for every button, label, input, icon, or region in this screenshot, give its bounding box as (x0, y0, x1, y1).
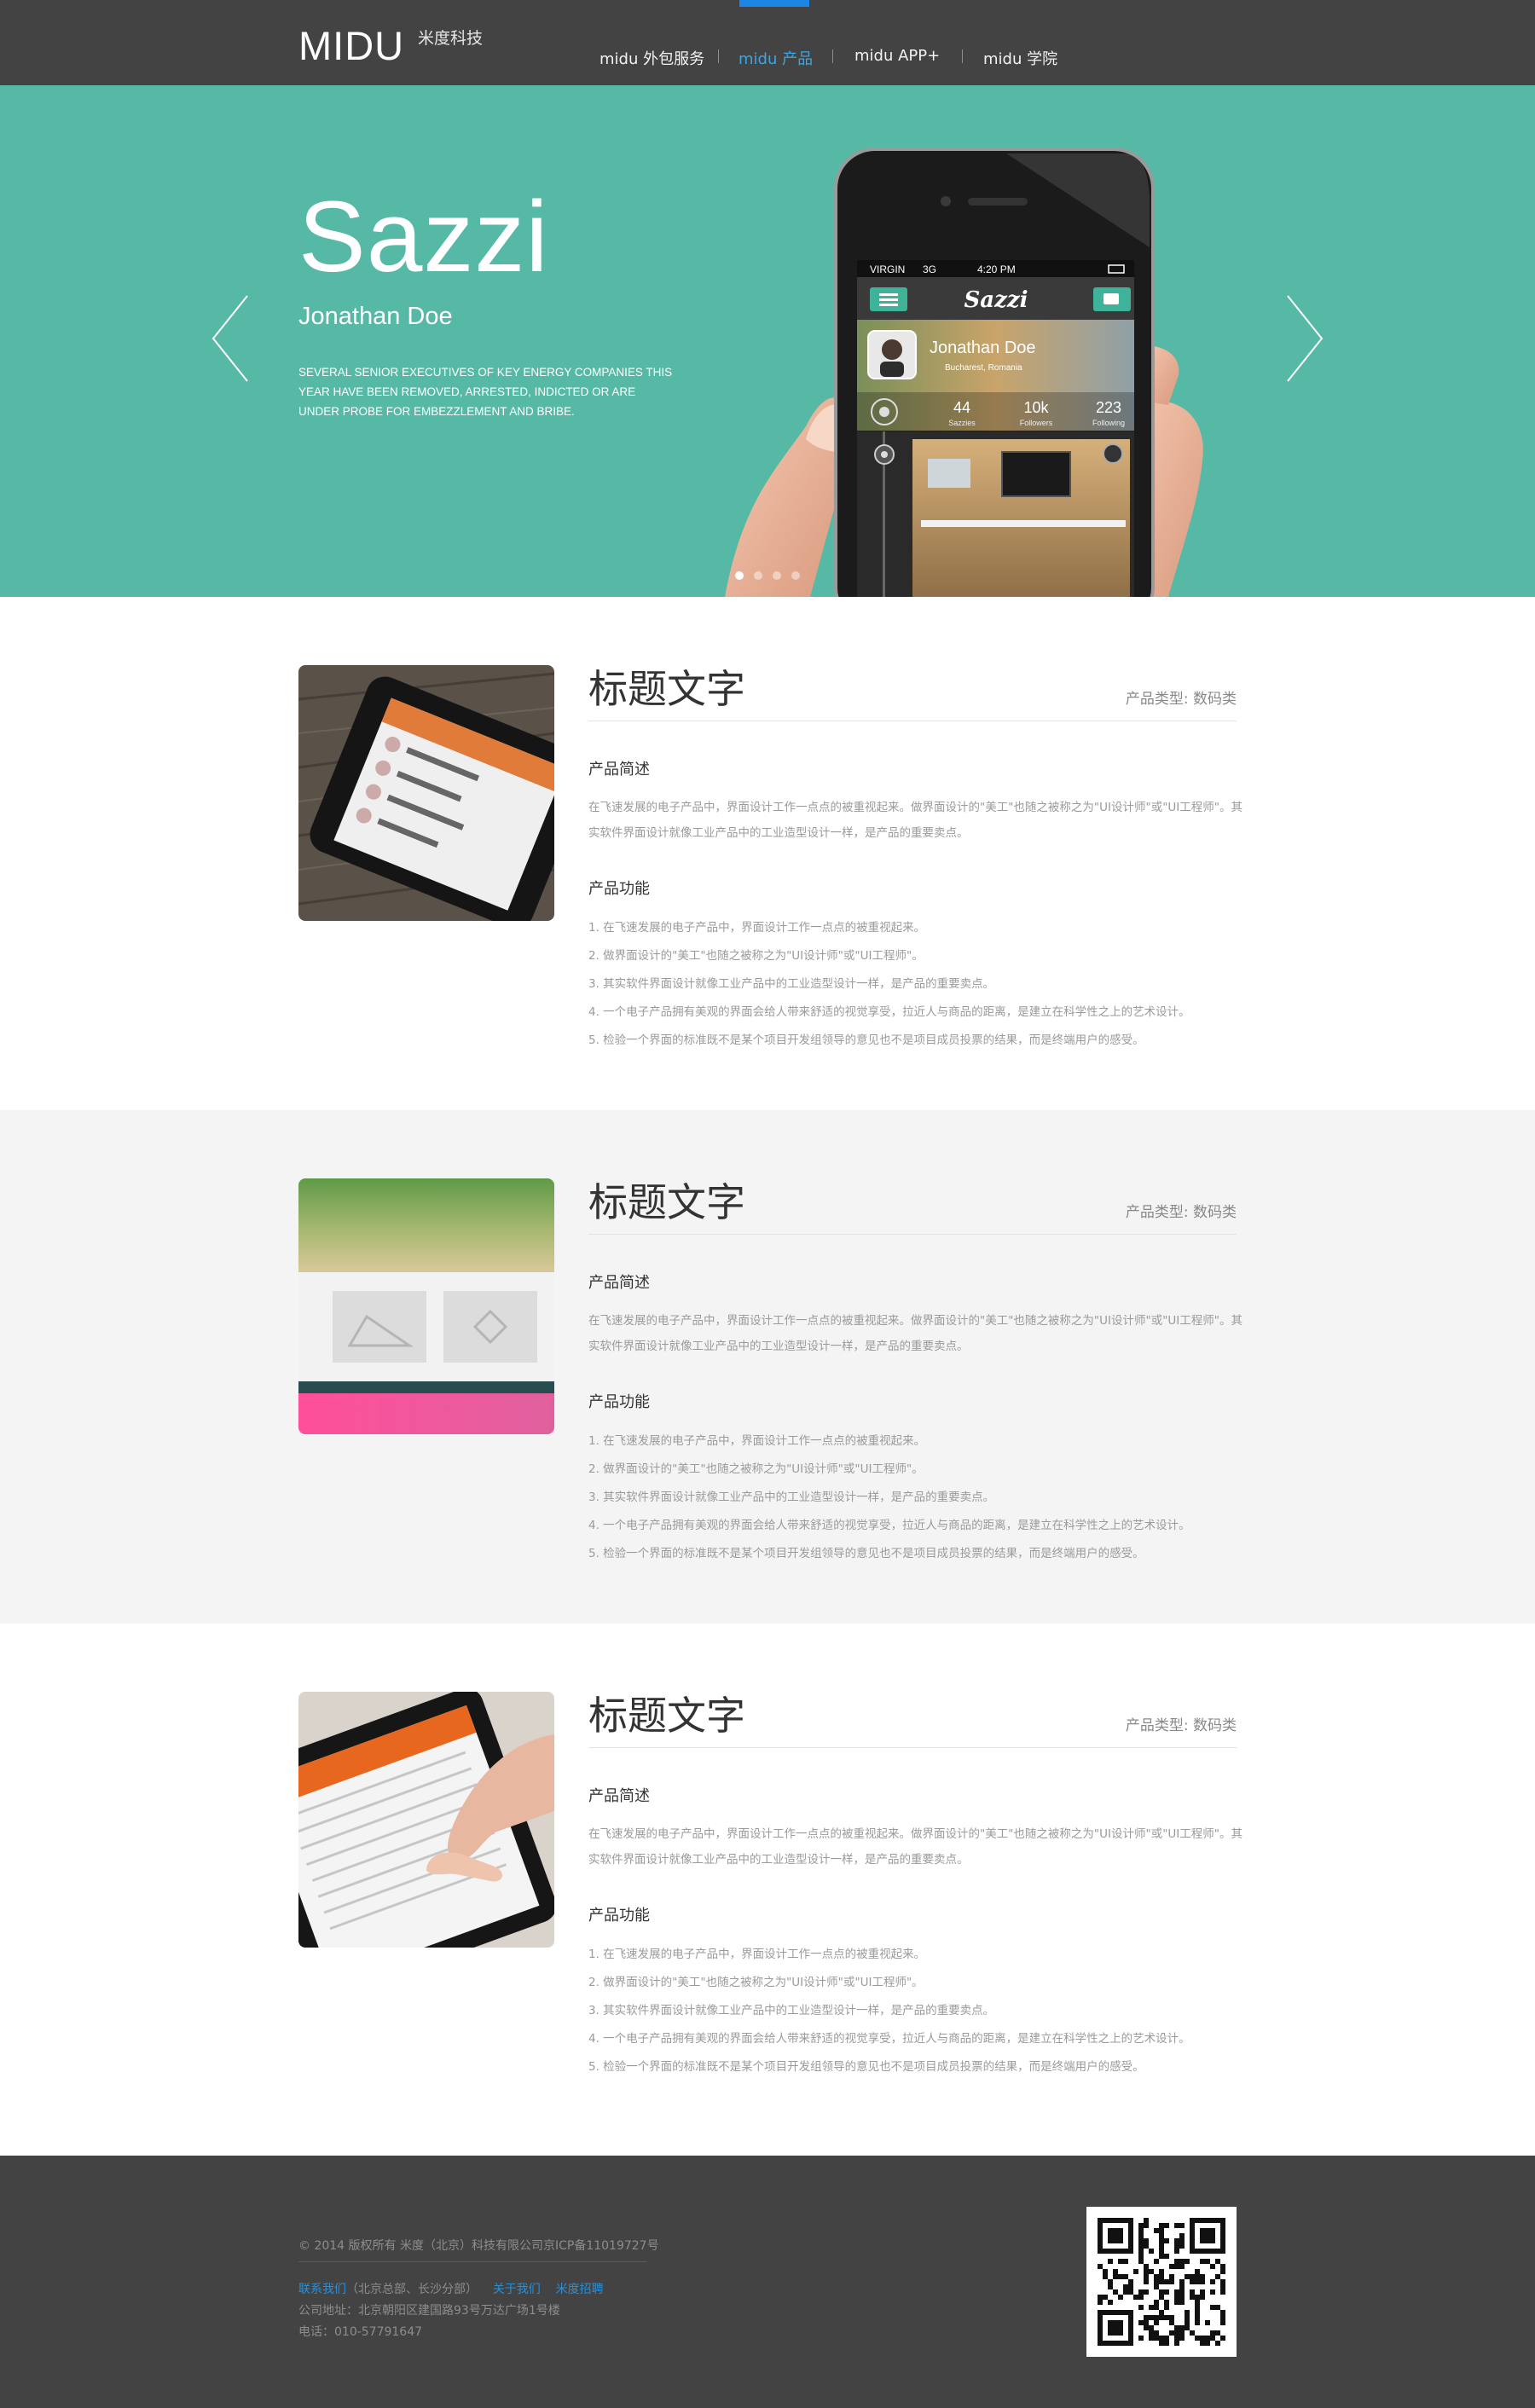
copyright: © 2014 版权所有 米度（北京）科技有限公司京ICP备11019727号 (298, 2239, 659, 2253)
phone-stat-value: 44 (953, 399, 970, 416)
nav-item-outsourcing[interactable]: midu 外包服务 (600, 47, 704, 69)
nav-item-academy[interactable]: midu 学院 (983, 47, 1057, 69)
feature-item: 2. 做界面设计的"美工"也随之被称之为"UI设计师"或"UI工程师"。 (588, 1462, 924, 1476)
footer-links: 联系我们（北京总部、长沙分部） 关于我们 米度招聘 (298, 2280, 604, 2297)
feature-item: 3. 其实软件界面设计就像工业产品中的工业造型设计一样，是产品的重要卖点。 (588, 977, 995, 991)
careers-link[interactable]: 米度招聘 (556, 2283, 604, 2296)
description-line: 在飞速发展的电子产品中，界面设计工作一点点的被重视起来。做界面设计的"美工"也随… (588, 1314, 1242, 1328)
phone-stat-label: Following (1092, 419, 1125, 427)
prev-slide-arrow-icon[interactable] (210, 294, 251, 383)
slide-dot[interactable] (735, 571, 744, 580)
slide-dots (735, 569, 810, 584)
logo[interactable]: MIDU (298, 22, 404, 69)
slide-dot[interactable] (791, 571, 800, 580)
product-title: 标题文字 (588, 666, 745, 712)
hero-subtitle: Jonathan Doe (298, 303, 453, 330)
about-us-link[interactable]: 关于我们 (493, 2283, 541, 2296)
slide-dot[interactable] (754, 571, 762, 580)
contact-note: （北京总部、长沙分部） (346, 2283, 478, 2296)
feature-item: 5. 检验一个界面的标准既不是某个项目开发组领导的意见也不是项目成员投票的结果，… (588, 1547, 1144, 1560)
product-type-value: 数码类 (1193, 1717, 1237, 1734)
hero-description: SEVERAL SENIOR EXECUTIVES OF KEY ENERGY … (298, 366, 673, 418)
product-section: 标题文字 产品类型: 数码类 产品简述 在飞速发展的电子产品中，界面设计工作一点… (0, 597, 1535, 1110)
feature-item: 2. 做界面设计的"美工"也随之被称之为"UI设计师"或"UI工程师"。 (588, 949, 924, 963)
product-type: 产品类型: 数码类 (1126, 1200, 1237, 1221)
product-type-label: 产品类型: (1125, 691, 1189, 708)
feature-item: 4. 一个电子产品拥有美观的界面会给人带来舒适的视觉享受，拉近人与商品的距离，是… (588, 2032, 1190, 2046)
product-description: 在飞速发展的电子产品中，界面设计工作一点点的被重视起来。做界面设计的"美工"也随… (588, 1308, 1262, 1359)
company-phone: 电话：010-57791647 (298, 2325, 423, 2339)
product-type-label: 产品类型: (1125, 1204, 1189, 1221)
description-line: 实软件界面设计就像工业产品中的工业造型设计一样，是产品的重要卖点。 (588, 1853, 969, 1867)
description-heading: 产品简述 (588, 1274, 650, 1292)
hero-title: Sazzi (298, 181, 549, 293)
feature-item: 1. 在飞速发展的电子产品中，界面设计工作一点点的被重视起来。 (588, 921, 926, 935)
description-line: 实软件界面设计就像工业产品中的工业造型设计一样，是产品的重要卖点。 (588, 1340, 969, 1353)
description-heading: 产品简述 (588, 761, 650, 779)
features-heading: 产品功能 (588, 1393, 650, 1411)
phone-time: 4:20 PM (977, 263, 1016, 275)
features-list: 1. 在飞速发展的电子产品中，界面设计工作一点点的被重视起来。 2. 做界面设计… (588, 1427, 1190, 1568)
feature-item: 3. 其实软件界面设计就像工业产品中的工业造型设计一样，是产品的重要卖点。 (588, 2004, 995, 2017)
qr-code-icon (1086, 2207, 1237, 2357)
product-description: 在飞速发展的电子产品中，界面设计工作一点点的被重视起来。做界面设计的"美工"也随… (588, 795, 1262, 846)
nav-active-indicator (739, 0, 809, 7)
product-thumbnail[interactable] (298, 1692, 554, 1948)
phone-stat-value: 10k (1023, 399, 1049, 416)
product-section: 标题文字 产品类型: 数码类 产品简述 在飞速发展的电子产品中，界面设计工作一点… (0, 1624, 1535, 2156)
features-list: 1. 在飞速发展的电子产品中，界面设计工作一点点的被重视起来。 2. 做界面设计… (588, 1941, 1190, 2081)
product-title: 标题文字 (588, 1179, 745, 1225)
phone-network: 3G (923, 263, 936, 275)
phone-carrier: VIRGIN (870, 263, 905, 275)
product-thumbnail[interactable] (298, 665, 554, 921)
phone-stat-label: Followers (1020, 419, 1053, 427)
phone-stat-label: Sazzies (948, 419, 976, 427)
description-heading: 产品简述 (588, 1787, 650, 1805)
product-description: 在飞速发展的电子产品中，界面设计工作一点点的被重视起来。做界面设计的"美工"也随… (588, 1821, 1262, 1873)
divider (588, 1747, 1237, 1748)
top-header: MIDU 米度科技 midu 外包服务 midu 产品 midu APP+ mi… (0, 0, 1535, 85)
feature-item: 3. 其实软件界面设计就像工业产品中的工业造型设计一样，是产品的重要卖点。 (588, 1491, 995, 1504)
feature-item: 2. 做界面设计的"美工"也随之被称之为"UI设计师"或"UI工程师"。 (588, 1976, 924, 1989)
feature-item: 4. 一个电子产品拥有美观的界面会给人带来舒适的视觉享受，拉近人与商品的距离，是… (588, 1519, 1190, 1532)
product-type: 产品类型: 数码类 (1126, 686, 1237, 708)
feature-item: 4. 一个电子产品拥有美观的界面会给人带来舒适的视觉享受，拉近人与商品的距离，是… (588, 1005, 1190, 1019)
nav-item-products[interactable]: midu 产品 (739, 47, 813, 69)
logo-subtitle: 米度科技 (418, 29, 484, 48)
description-line: 在飞速发展的电子产品中，界面设计工作一点点的被重视起来。做界面设计的"美工"也随… (588, 1827, 1242, 1841)
contact-us-link[interactable]: 联系我们 (298, 2283, 346, 2296)
product-thumbnail[interactable] (298, 1178, 554, 1434)
product-type-value: 数码类 (1193, 1204, 1237, 1221)
product-type: 产品类型: 数码类 (1126, 1713, 1237, 1734)
nav-separator (832, 49, 833, 63)
nav-item-app[interactable]: midu APP+ (854, 47, 940, 65)
features-heading: 产品功能 (588, 1907, 650, 1925)
nav-separator (718, 49, 719, 63)
slide-dot[interactable] (773, 571, 781, 580)
features-list: 1. 在飞速发展的电子产品中，界面设计工作一点点的被重视起来。 2. 做界面设计… (588, 914, 1190, 1055)
phone-stat-value: 223 (1096, 399, 1121, 416)
description-line: 实软件界面设计就像工业产品中的工业造型设计一样，是产品的重要卖点。 (588, 826, 969, 840)
feature-item: 1. 在飞速发展的电子产品中，界面设计工作一点点的被重视起来。 (588, 1434, 926, 1448)
product-type-label: 产品类型: (1125, 1717, 1189, 1734)
features-heading: 产品功能 (588, 880, 650, 898)
feature-item: 1. 在飞速发展的电子产品中，界面设计工作一点点的被重视起来。 (588, 1948, 926, 1961)
product-type-value: 数码类 (1193, 691, 1237, 708)
hero-banner: Sazzi Jonathan Doe SEVERAL SENIOR EXECUT… (0, 85, 1535, 597)
phone-illustration: VIRGIN 3G 4:20 PM Sazzi Jonathan Doe Buc… (725, 145, 1237, 597)
description-line: 在飞速发展的电子产品中，界面设计工作一点点的被重视起来。做界面设计的"美工"也随… (588, 801, 1242, 814)
feature-item: 5. 检验一个界面的标准既不是某个项目开发组领导的意见也不是项目成员投票的结果，… (588, 2060, 1144, 2074)
footer: © 2014 版权所有 米度（北京）科技有限公司京ICP备11019727号 联… (0, 2156, 1535, 2408)
phone-location: Bucharest, Romania (945, 363, 1022, 373)
product-section: 标题文字 产品类型: 数码类 产品简述 在飞速发展的电子产品中，界面设计工作一点… (0, 1110, 1535, 1624)
company-address: 公司地址：北京朝阳区建国路93号万达广场1号楼 (298, 2304, 560, 2318)
feature-item: 5. 检验一个界面的标准既不是某个项目开发组领导的意见也不是项目成员投票的结果，… (588, 1033, 1144, 1047)
nav-separator (962, 49, 963, 63)
divider (588, 1234, 1237, 1235)
product-title: 标题文字 (588, 1693, 745, 1739)
next-slide-arrow-icon[interactable] (1284, 294, 1325, 383)
phone-profile-name: Jonathan Doe (930, 339, 1036, 357)
footer-divider (298, 2261, 646, 2262)
phone-app-name: Sazzi (964, 287, 1028, 313)
